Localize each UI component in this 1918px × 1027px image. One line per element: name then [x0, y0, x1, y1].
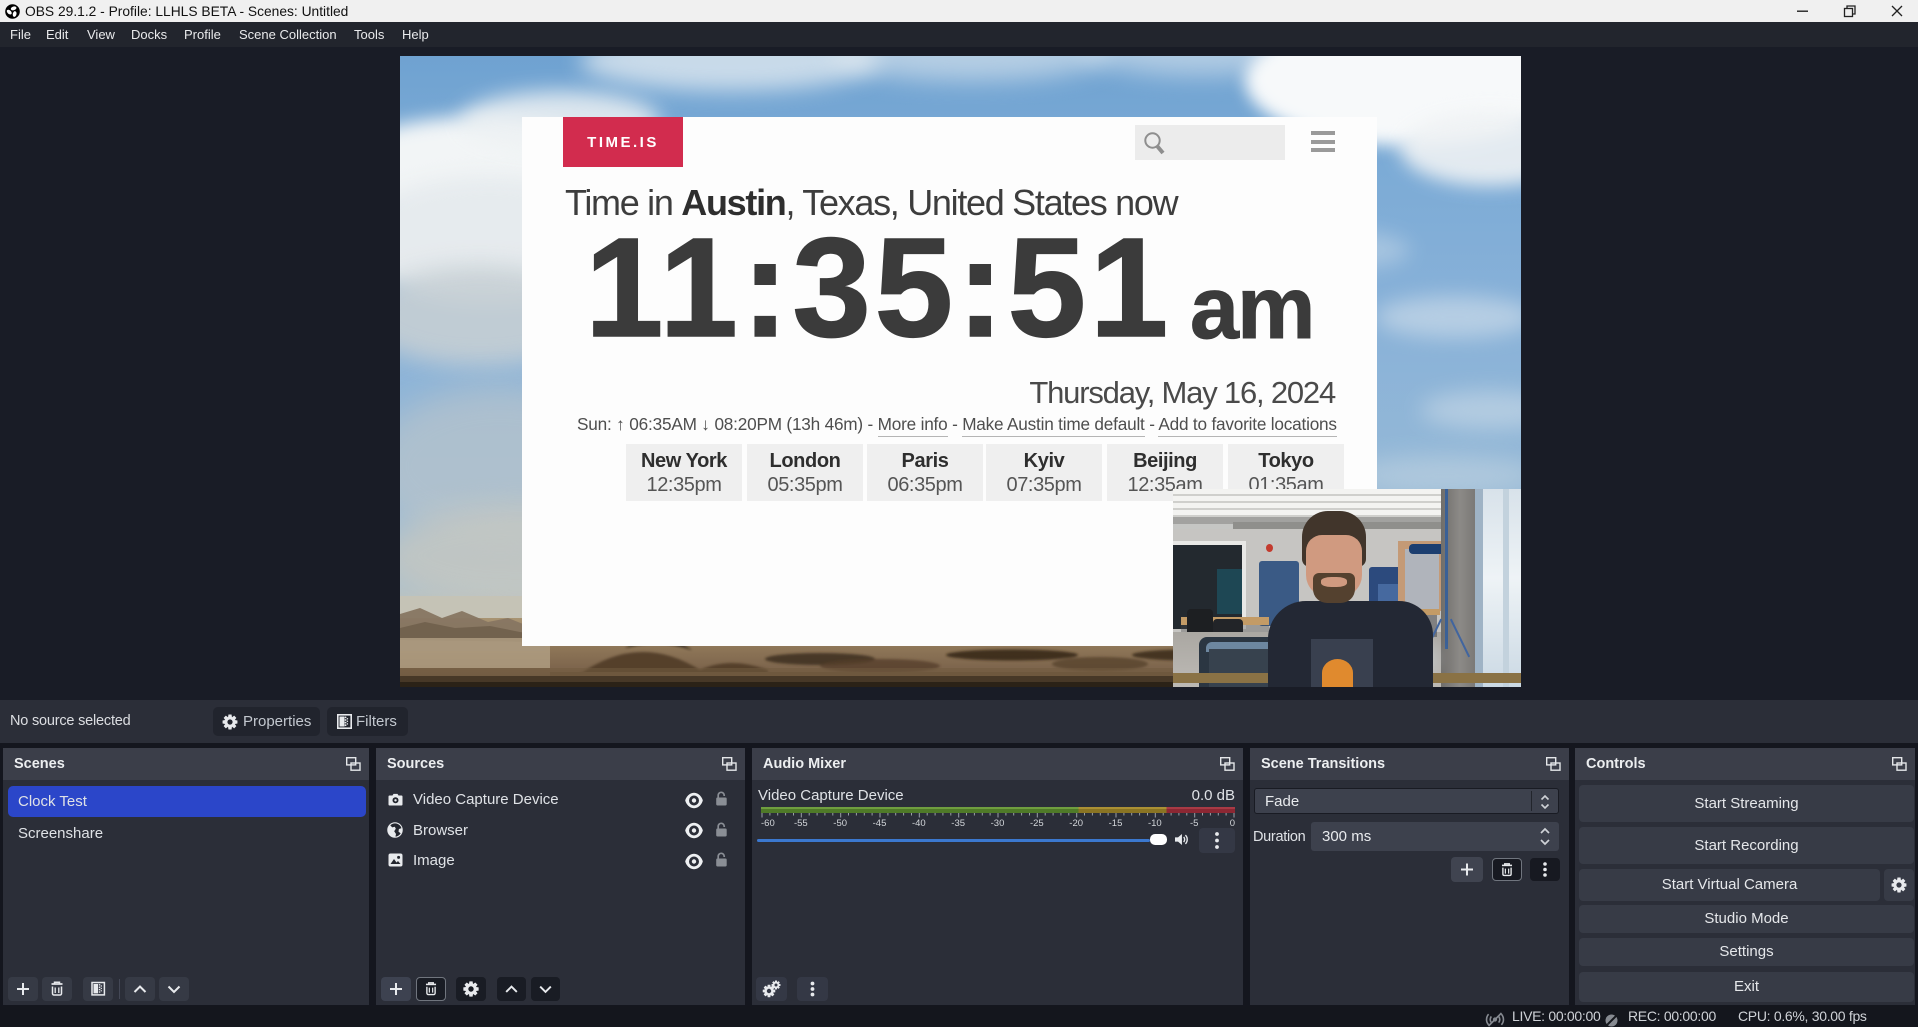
- svg-text:-15: -15: [1109, 818, 1123, 827]
- svg-text:-60: -60: [761, 818, 775, 827]
- svg-text:-30: -30: [991, 818, 1005, 827]
- svg-text:-55: -55: [794, 818, 808, 827]
- svg-text:-45: -45: [873, 818, 887, 827]
- svg-text:-25: -25: [1030, 818, 1044, 827]
- svg-text:-5: -5: [1190, 818, 1198, 827]
- svg-text:-20: -20: [1069, 818, 1083, 827]
- svg-text:0: 0: [1230, 818, 1235, 827]
- svg-text:-50: -50: [833, 818, 847, 827]
- svg-text:-40: -40: [912, 818, 926, 827]
- svg-text:-35: -35: [951, 818, 965, 827]
- svg-text:-10: -10: [1148, 818, 1162, 827]
